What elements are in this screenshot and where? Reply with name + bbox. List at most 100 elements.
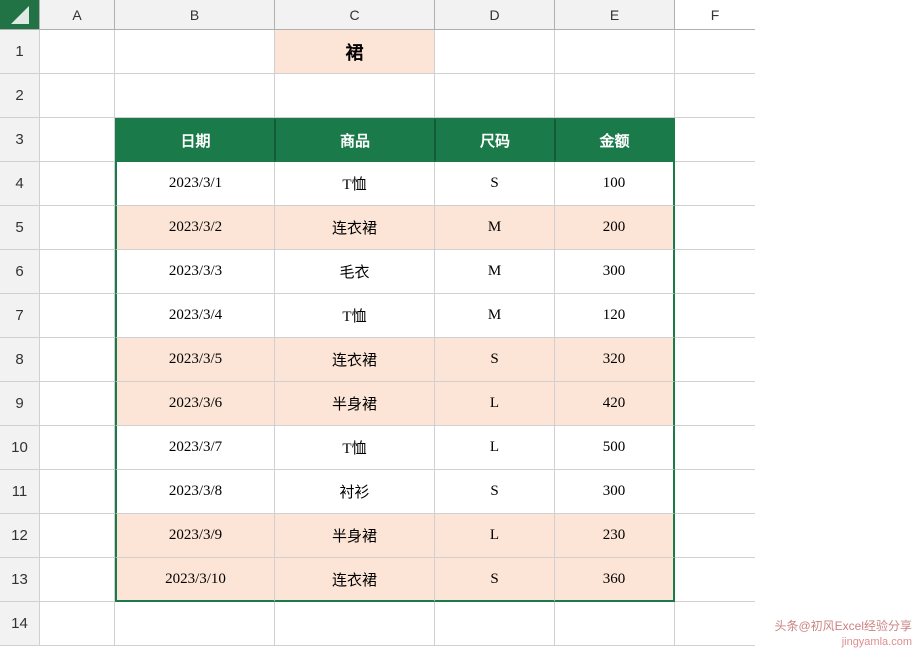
cell-3-e: 金额 xyxy=(555,118,675,162)
cell-14-b xyxy=(115,602,275,646)
cell-4-f xyxy=(675,162,755,206)
cell-4-c: T恤 xyxy=(275,162,435,206)
cell-7-f xyxy=(675,294,755,338)
col-header-c: C xyxy=(275,0,435,30)
cell-14-f xyxy=(675,602,755,646)
row-num-9: 9 xyxy=(0,382,40,426)
cell-7-e: 120 xyxy=(555,294,675,338)
cell-5-e: 200 xyxy=(555,206,675,250)
cell-1-e xyxy=(555,30,675,74)
cell-8-f xyxy=(675,338,755,382)
cell-3-d: 尺码 xyxy=(435,118,555,162)
cell-2-c xyxy=(275,74,435,118)
cell-4-e: 100 xyxy=(555,162,675,206)
cell-6-f xyxy=(675,250,755,294)
cell-2-e xyxy=(555,74,675,118)
cell-11-f xyxy=(675,470,755,514)
table-row: 7 2023/3/4 T恤 M 120 xyxy=(0,294,922,338)
table-row: 3 日期 商品 尺码 金额 xyxy=(0,118,922,162)
table-row: 10 2023/3/7 T恤 L 500 xyxy=(0,426,922,470)
cell-6-c: 毛衣 xyxy=(275,250,435,294)
row-num-3: 3 xyxy=(0,118,40,162)
cell-12-a xyxy=(40,514,115,558)
cell-12-c: 半身裙 xyxy=(275,514,435,558)
row-num-14: 14 xyxy=(0,602,40,646)
cell-5-f xyxy=(675,206,755,250)
cell-8-c: 连衣裙 xyxy=(275,338,435,382)
cell-12-e: 230 xyxy=(555,514,675,558)
cell-6-b: 2023/3/3 xyxy=(115,250,275,294)
cell-10-e: 500 xyxy=(555,426,675,470)
cell-12-b: 2023/3/9 xyxy=(115,514,275,558)
cell-6-e: 300 xyxy=(555,250,675,294)
cell-4-d: S xyxy=(435,162,555,206)
cell-5-a xyxy=(40,206,115,250)
cell-9-a xyxy=(40,382,115,426)
watermark: 头条@初风Excel经验分享 jingyamla.com xyxy=(774,618,912,650)
cell-13-d: S xyxy=(435,558,555,602)
cell-6-a xyxy=(40,250,115,294)
cell-13-b: 2023/3/10 xyxy=(115,558,275,602)
cell-9-d: L xyxy=(435,382,555,426)
cell-3-a xyxy=(40,118,115,162)
column-headers: A B C D E F xyxy=(0,0,922,30)
row-num-13: 13 xyxy=(0,558,40,602)
cell-3-c: 商品 xyxy=(275,118,435,162)
cell-2-a xyxy=(40,74,115,118)
row-num-1: 1 xyxy=(0,30,40,74)
cell-10-c: T恤 xyxy=(275,426,435,470)
corner-cell xyxy=(0,0,40,30)
row-num-5: 5 xyxy=(0,206,40,250)
cell-8-b: 2023/3/5 xyxy=(115,338,275,382)
cell-11-a xyxy=(40,470,115,514)
cell-13-a xyxy=(40,558,115,602)
corner-triangle xyxy=(11,6,29,24)
cell-3-f xyxy=(675,118,755,162)
table-row: 1 裙 xyxy=(0,30,922,74)
cell-1-b xyxy=(115,30,275,74)
cell-9-b: 2023/3/6 xyxy=(115,382,275,426)
cell-7-c: T恤 xyxy=(275,294,435,338)
col-header-b: B xyxy=(115,0,275,30)
cell-9-f xyxy=(675,382,755,426)
row-num-10: 10 xyxy=(0,426,40,470)
table-row: 2 xyxy=(0,74,922,118)
cell-6-d: M xyxy=(435,250,555,294)
col-header-f: F xyxy=(675,0,755,30)
watermark-line1: 头条@初风Excel经验分享 xyxy=(774,618,912,635)
cell-9-e: 420 xyxy=(555,382,675,426)
cell-12-d: L xyxy=(435,514,555,558)
cell-13-f xyxy=(675,558,755,602)
cell-5-b: 2023/3/2 xyxy=(115,206,275,250)
cell-5-d: M xyxy=(435,206,555,250)
table-row: 9 2023/3/6 半身裙 L 420 xyxy=(0,382,922,426)
cell-11-c: 衬衫 xyxy=(275,470,435,514)
col-header-a: A xyxy=(40,0,115,30)
cell-2-b xyxy=(115,74,275,118)
cell-8-a xyxy=(40,338,115,382)
row-num-7: 7 xyxy=(0,294,40,338)
cell-13-c: 连衣裙 xyxy=(275,558,435,602)
cell-7-d: M xyxy=(435,294,555,338)
cell-10-b: 2023/3/7 xyxy=(115,426,275,470)
row-num-12: 12 xyxy=(0,514,40,558)
table-row: 8 2023/3/5 连衣裙 S 320 xyxy=(0,338,922,382)
cell-4-a xyxy=(40,162,115,206)
cell-14-e xyxy=(555,602,675,646)
cell-4-b: 2023/3/1 xyxy=(115,162,275,206)
cell-2-d xyxy=(435,74,555,118)
rows-container: 1 裙 2 3 日期 商品 尺码 金额 xyxy=(0,30,922,646)
cell-14-c xyxy=(275,602,435,646)
watermark-line2: jingyamla.com xyxy=(774,635,912,650)
spreadsheet: A B C D E F 1 裙 2 3 xyxy=(0,0,922,660)
cell-1-d xyxy=(435,30,555,74)
cell-8-e: 320 xyxy=(555,338,675,382)
cell-10-d: L xyxy=(435,426,555,470)
cell-2-f xyxy=(675,74,755,118)
row-num-6: 6 xyxy=(0,250,40,294)
cell-13-e: 360 xyxy=(555,558,675,602)
table-row: 12 2023/3/9 半身裙 L 230 xyxy=(0,514,922,558)
table-row: 6 2023/3/3 毛衣 M 300 xyxy=(0,250,922,294)
row-num-2: 2 xyxy=(0,74,40,118)
cell-14-d xyxy=(435,602,555,646)
